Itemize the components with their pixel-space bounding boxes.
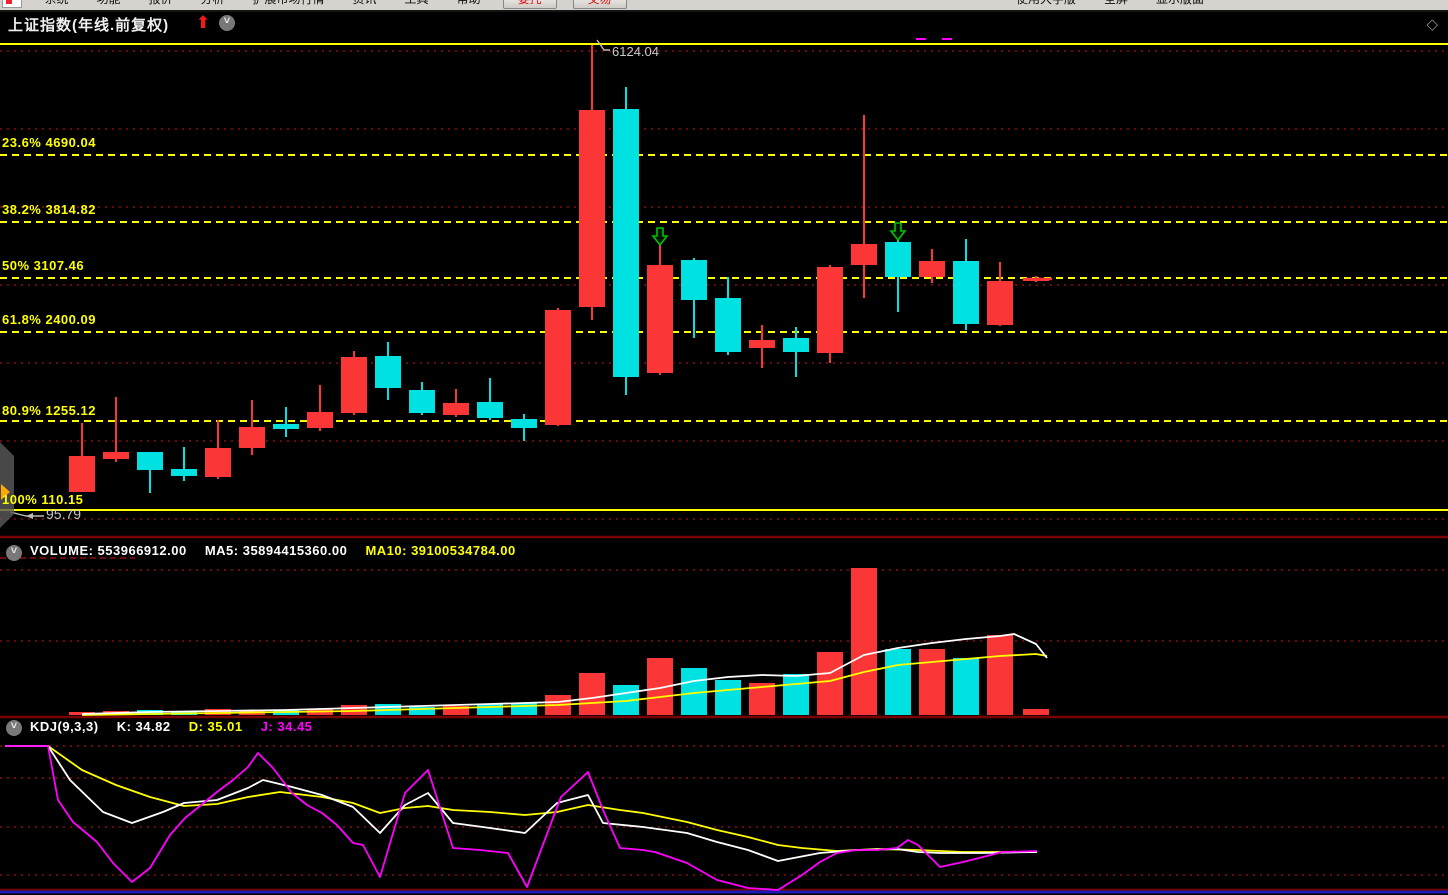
kdj-collapse-icon[interactable]: ˅ <box>6 720 22 736</box>
candle-body <box>341 357 367 413</box>
fib-label-1: 23.6% 4690.04 <box>2 135 96 150</box>
candle-body <box>69 456 95 492</box>
kdj-d-value: D: 35.01 <box>189 719 243 734</box>
candle-body <box>885 242 911 277</box>
volume-value: VOLUME: 553966912.00 <box>30 543 187 558</box>
low-arrowhead <box>26 513 33 519</box>
trading-app-window: 系统功能报价分析扩展市场行情资讯工具帮助委托交易 使用大字版全屏显示版面 上证指… <box>0 0 1448 895</box>
volume-ma10: MA10: 39100534784.00 <box>365 543 515 558</box>
candle-body <box>715 298 741 352</box>
volume-bar <box>1023 709 1049 715</box>
candle-body <box>477 402 503 418</box>
kdj-j-line <box>5 746 1037 890</box>
volume-bar <box>477 704 503 715</box>
fib-label-3: 50% 3107.46 <box>2 258 84 273</box>
candle-body <box>103 452 129 459</box>
fib-label-5: 80.9% 1255.12 <box>2 403 96 418</box>
volume-ma5: MA5: 35894415360.00 <box>205 543 348 558</box>
volume-bar <box>953 658 979 715</box>
kdj-header: KDJ(9,3,3) K: 34.82 D: 35.01 J: 34.45 <box>30 719 312 734</box>
kdj-k-line <box>5 746 1037 861</box>
candle-body <box>613 109 639 377</box>
kdj-j-value: J: 34.45 <box>261 719 313 734</box>
volume-bar <box>851 568 877 715</box>
volume-bar <box>987 635 1013 715</box>
candle-body <box>273 424 299 429</box>
candle-body <box>205 448 231 477</box>
candle-body <box>511 419 537 428</box>
candle-body <box>579 110 605 307</box>
volume-bar <box>783 674 809 715</box>
candle-body <box>307 412 333 428</box>
kdj-k-value: K: 34.82 <box>117 719 171 734</box>
candle-body <box>681 260 707 300</box>
sell-mark-arrow-icon <box>891 223 905 240</box>
candle-body <box>375 356 401 388</box>
volume-bar <box>817 652 843 715</box>
sell-mark-arrow-icon <box>653 228 667 245</box>
low-leader-line <box>10 512 44 516</box>
volume-bar <box>885 649 911 715</box>
candle-body <box>409 390 435 413</box>
volume-bar <box>579 673 605 715</box>
candle-body <box>783 338 809 352</box>
kdj-name: KDJ(9,3,3) <box>30 719 99 734</box>
volume-bar <box>511 703 537 715</box>
candle-body <box>171 469 197 476</box>
candle-body <box>239 427 265 448</box>
candle-body <box>817 267 843 353</box>
kdj-d-line <box>5 746 1037 852</box>
fib-label-2: 38.2% 3814.82 <box>2 202 96 217</box>
candle-body <box>919 261 945 277</box>
volume-bar <box>715 680 741 715</box>
candle-body <box>647 265 673 373</box>
volume-bar <box>919 649 945 715</box>
low-price-annotation: 95.79 <box>46 506 81 522</box>
high-price-annotation: 6124.04 <box>612 44 659 59</box>
candle-body <box>545 310 571 425</box>
fib-label-4: 61.8% 2400.09 <box>2 312 96 327</box>
candle-body <box>749 340 775 348</box>
candle-body <box>851 244 877 265</box>
candle-body <box>953 261 979 324</box>
candlestick-chart[interactable] <box>0 0 1448 895</box>
volume-collapse-icon[interactable]: ˅ <box>6 545 22 561</box>
candle-body <box>443 403 469 415</box>
candle-body <box>987 281 1013 325</box>
candle-body <box>137 452 163 470</box>
fib-label-6: 100% 110.15 <box>2 492 83 507</box>
volume-header: VOLUME: 553966912.00 MA5: 35894415360.00… <box>30 543 516 558</box>
